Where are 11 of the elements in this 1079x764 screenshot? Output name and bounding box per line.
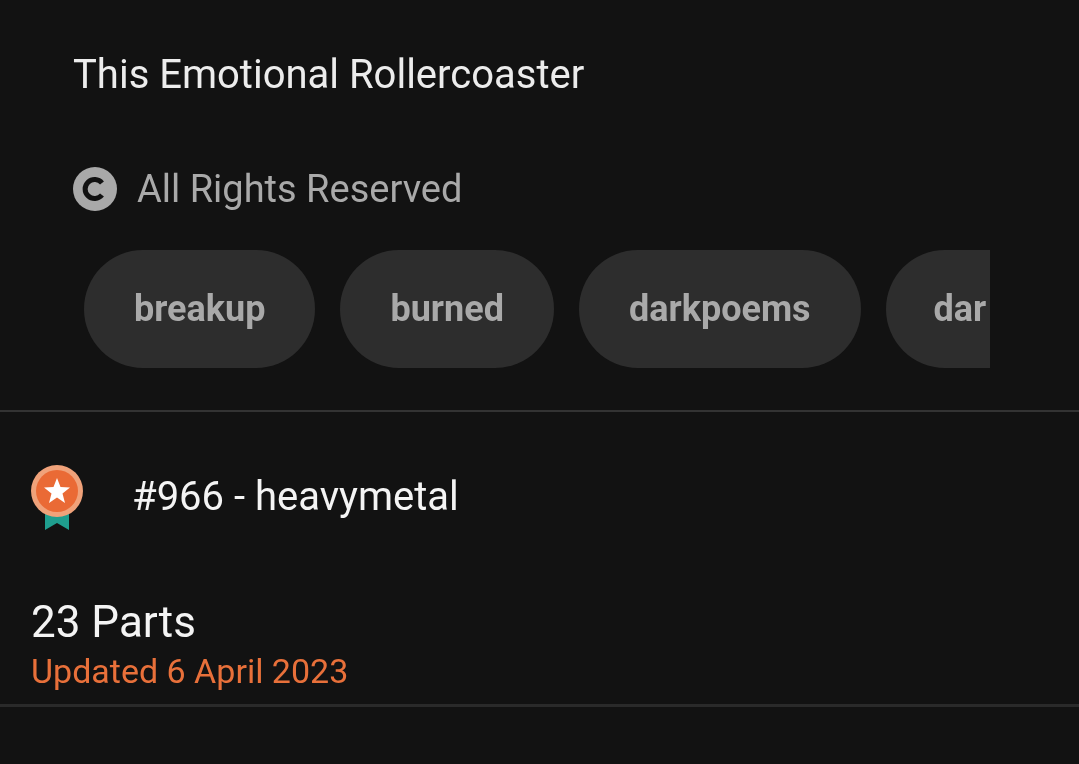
tag-chip[interactable]: burned [340,250,554,368]
parts-count: 23 Parts [31,596,196,648]
license-label: All Rights Reserved [137,166,463,212]
tag-chip[interactable]: dar [885,250,990,368]
tag-chip[interactable]: darkpoems [578,250,861,368]
story-title: This Emotional Rollercoaster [73,50,585,100]
tag-chip[interactable]: breakup [84,250,316,368]
ranking-label[interactable]: #966 - heavymetal [132,472,459,522]
award-ribbon-icon [30,464,84,530]
copyright-icon [73,167,117,211]
updated-date: Updated 6 April 2023 [31,650,349,692]
